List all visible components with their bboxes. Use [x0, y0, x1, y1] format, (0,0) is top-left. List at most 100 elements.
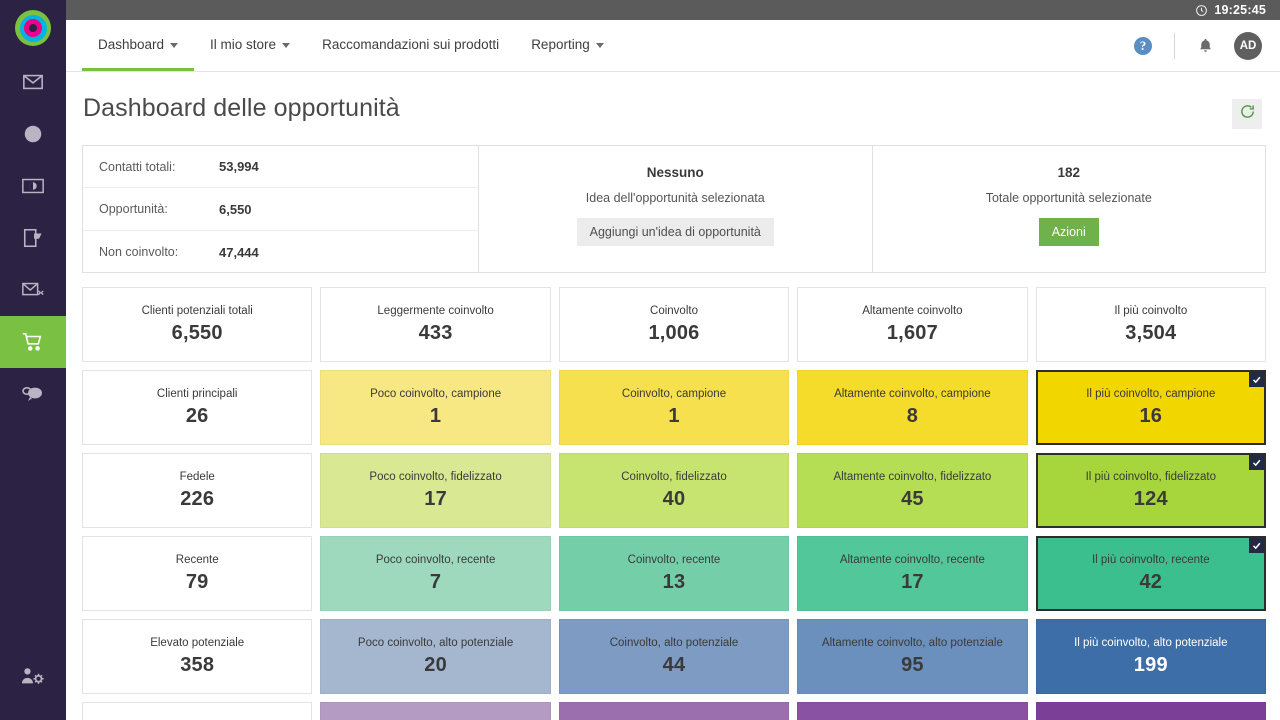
grid-cell-label: Coinvolto, recente — [627, 553, 721, 566]
grid-cell[interactable]: Coinvolto, alto potenziale 44 — [558, 618, 790, 694]
grid-cell[interactable]: Clienti potenziali totali 6,550 — [82, 286, 313, 362]
summary-value: 47,444 — [219, 244, 259, 260]
grid-cell-value: 16 — [1139, 404, 1163, 427]
grid-cell[interactable]: Da fidelizzare445 — [82, 701, 313, 720]
grid-cell[interactable]: Poco coinvolto, recente 7 — [320, 535, 551, 611]
grid-cell[interactable]: Il più coinvolto, alto potenziale 199 — [1035, 618, 1266, 694]
grid-cell[interactable]: Coinvolto, fidelizzato 40 — [558, 452, 790, 528]
grid-cell[interactable]: Altamente coinvolto, richiede assistenza… — [797, 701, 1028, 720]
envelope-icon — [22, 71, 44, 93]
page-header: Dashboard delle opportunità — [82, 72, 1266, 145]
sidebar-item-transactional[interactable] — [0, 264, 66, 316]
main-area: 19:25:45 Dashboard Il mio store Raccoman… — [66, 0, 1280, 720]
grid-cell[interactable]: Il più coinvolto, recente 42 — [1035, 535, 1266, 611]
grid-cell[interactable]: Clienti principali 26 — [82, 369, 313, 445]
main-menu-bar: Dashboard Il mio store Raccomandazioni s… — [66, 20, 1280, 72]
grid-cell-value: 40 — [662, 487, 686, 510]
refresh-button[interactable] — [1232, 98, 1262, 129]
grid-cell[interactable]: Coinvolto, recente 13 — [558, 535, 790, 611]
summary-row: Non coinvolto: 47,444 — [83, 231, 478, 274]
grid-cell[interactable]: Coinvolto, richiede assistenza67 — [558, 701, 790, 720]
sidebar-item-chat[interactable] — [0, 368, 66, 420]
checkmark-icon[interactable] — [1248, 537, 1264, 553]
grid-cell[interactable]: Recente 79 — [82, 535, 313, 611]
menu-actions: ? AD — [1134, 20, 1262, 71]
checkmark-icon[interactable] — [1248, 454, 1264, 470]
grid-cell-value: 44 — [662, 653, 686, 676]
grid-cell-value: 13 — [662, 570, 686, 593]
menu-label: Reporting — [531, 36, 590, 52]
grid-cell[interactable]: Elevato potenziale 358 — [82, 618, 313, 694]
grid-cell-label: Poco coinvolto, campione — [370, 387, 502, 400]
grid-cell-label: Il più coinvolto, alto potenziale — [1074, 636, 1228, 649]
grid-cell[interactable]: Altamente coinvolto, fidelizzato 45 — [797, 452, 1028, 528]
summary-label: Opportunità: — [99, 202, 168, 217]
grid-cell[interactable]: Il più coinvolto, fidelizzato 124 — [1035, 452, 1266, 528]
grid-cell[interactable]: Poco coinvolto, richiede assistenza28 — [320, 701, 551, 720]
grid-cell-value: 124 — [1133, 487, 1168, 510]
chevron-down-icon — [170, 42, 179, 48]
grid-cell-value: 20 — [424, 653, 447, 676]
grid-cell[interactable]: Altamente coinvolto, campione 8 — [797, 369, 1028, 445]
menu-item-reporting[interactable]: Reporting — [515, 20, 620, 71]
grid-cell-label: Poco coinvolto, alto potenziale — [357, 636, 514, 649]
selected-total-headline: 182 — [1057, 164, 1081, 180]
grid-cell-label: Poco coinvolto, recente — [375, 553, 496, 566]
grid-cell[interactable]: Coinvolto, campione 1 — [558, 369, 790, 445]
summary-value: 6,550 — [219, 201, 252, 217]
left-sidebar — [0, 0, 66, 720]
menu-divider — [1174, 32, 1175, 59]
grid-cell[interactable]: Poco coinvolto, campione 1 — [320, 369, 551, 445]
sidebar-item-email[interactable] — [0, 56, 66, 108]
add-opportunity-idea-button[interactable]: Aggiungi un'idea di opportunità — [576, 217, 774, 246]
selected-opportunities-panel: 182 Totale opportunità selezionate Azion… — [873, 146, 1266, 272]
mobile-push-icon — [22, 227, 44, 249]
grid-cell[interactable]: Il più coinvolto, richiede assistenza237 — [1035, 701, 1266, 720]
grid-cell[interactable]: Altamente coinvolto 1,607 — [797, 286, 1028, 362]
grid-cell-value: 45 — [901, 487, 924, 510]
help-icon[interactable]: ? — [1134, 36, 1152, 55]
grid-cell-value: 1 — [668, 404, 680, 427]
chat-bubble-icon — [21, 383, 45, 405]
grid-cell[interactable]: Altamente coinvolto, alto potenziale 95 — [797, 618, 1028, 694]
menu-items: Dashboard Il mio store Raccomandazioni s… — [82, 20, 620, 71]
menu-label: Dashboard — [98, 36, 165, 52]
grid-cell[interactable]: Poco coinvolto, alto potenziale 20 — [320, 618, 551, 694]
grid-cell[interactable]: Altamente coinvolto, recente 17 — [797, 535, 1028, 611]
grid-cell[interactable]: Il più coinvolto, campione 16 — [1035, 369, 1266, 445]
sidebar-item-commerce[interactable] — [0, 316, 66, 368]
menu-item-my-store[interactable]: Il mio store — [194, 20, 306, 71]
sidebar-item-testing[interactable] — [0, 108, 66, 160]
grid-cell-label: Il più coinvolto, recente — [1091, 553, 1210, 566]
sidebar-item-admin[interactable] — [0, 650, 66, 702]
grid-cell[interactable]: Leggermente coinvolto 433 — [320, 286, 551, 362]
checkmark-icon[interactable] — [1248, 371, 1264, 387]
menu-item-dashboard[interactable]: Dashboard — [82, 20, 195, 71]
opportunity-grid: Clienti potenziali totali 6,550 Leggerment… — [82, 286, 1266, 720]
grid-cell-value: 1 — [429, 404, 442, 427]
grid-cell[interactable]: Poco coinvolto, fidelizzato 17 — [320, 452, 551, 528]
grid-cell[interactable]: Fedele 226 — [82, 452, 313, 528]
actions-button[interactable]: Azioni — [1038, 217, 1099, 246]
grid-cell-value: 433 — [418, 321, 453, 344]
sidebar-item-display[interactable] — [0, 160, 66, 212]
grid-cell[interactable]: Coinvolto 1,006 — [558, 286, 790, 362]
app-logo[interactable] — [0, 0, 66, 56]
notifications-bell-icon[interactable] — [1197, 37, 1214, 55]
grid-cell-label: Altamente coinvolto, fidelizzato — [833, 470, 992, 483]
grid-cell-value: 26 — [185, 404, 209, 427]
grid-cell-label: Coinvolto — [650, 304, 698, 317]
sidebar-item-mobile[interactable] — [0, 212, 66, 264]
avatar[interactable]: AD — [1234, 31, 1262, 60]
grid-cell-value: 199 — [1133, 653, 1168, 676]
page-content: Dashboard delle opportunità Contatti tot… — [66, 71, 1280, 720]
grid-cell-value: 42 — [1139, 570, 1163, 593]
grid-cell-value: 358 — [180, 653, 215, 676]
grid-cell-label: Leggermente coinvolto — [377, 304, 494, 317]
grid-cell-value: 17 — [901, 570, 924, 593]
grid-cell-label: Il più coinvolto, campione — [1086, 387, 1216, 400]
menu-item-product-recommendations[interactable]: Raccomandazioni sui prodotti — [306, 20, 515, 71]
grid-cell-value: 6,550 — [171, 321, 223, 344]
grid-cell[interactable]: Il più coinvolto 3,504 — [1035, 286, 1266, 362]
grid-cell-value: 1,607 — [886, 321, 938, 344]
